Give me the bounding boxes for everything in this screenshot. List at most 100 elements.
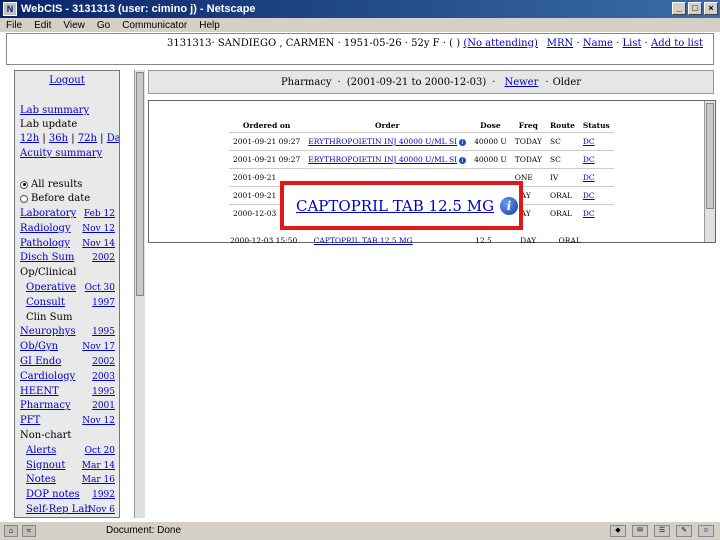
nav-item-label[interactable]: Alerts [26,445,56,456]
sort-newer-link[interactable]: Newer [504,77,538,88]
mail-icon[interactable]: ✉ [632,525,648,537]
nav-item-date[interactable]: Nov 12 [82,224,115,234]
callout-captopril-link[interactable]: CAPTOPRIL TAB 12.5 MG [296,197,494,215]
nav-item-label[interactable]: Operative [26,282,76,293]
nav-item-label[interactable]: Laboratory [20,208,76,219]
navigator-icon[interactable]: ◆ [610,525,626,537]
nav-item-date[interactable]: 2002 [92,357,115,367]
nav-item-label[interactable]: HEENT [20,386,59,397]
nav-item-date[interactable]: 2002 [92,253,115,263]
maximize-button[interactable]: □ [688,2,702,15]
nav-item[interactable]: Laboratory [20,208,76,219]
composer-icon[interactable]: ✎ [676,525,692,537]
security-lock-icon[interactable]: ⌂ [4,525,18,537]
nav-item-date[interactable]: Nov 6 [88,505,115,515]
radio-before-date[interactable]: Before date [20,193,90,204]
status-link[interactable]: DC [583,209,595,218]
nav-item[interactable]: GI Endo [20,356,61,367]
menu-go[interactable]: Go [97,20,110,31]
nav-item-date[interactable]: Nov 12 [82,416,115,426]
nav-item-date[interactable]: Mar 16 [82,475,115,485]
nav-item-date[interactable]: Feb 12 [84,209,115,219]
radio-before-date-dot[interactable] [20,194,28,203]
status-link[interactable]: DC [583,191,595,200]
nav-item[interactable]: Signout [26,460,65,471]
nav-item[interactable]: Consult [26,297,65,308]
nav-item[interactable]: Self-Rep Lab [26,504,91,515]
overflow-order-link[interactable]: CAPTOPRIL TAB 12.5 MG [314,236,413,245]
nav-item[interactable]: HEENT [20,386,59,397]
acuity-summary-link[interactable]: Acuity summary [20,148,102,159]
nav-item-label[interactable]: Self-Rep Lab [26,504,91,515]
nav-item-date[interactable]: 2001 [92,401,115,411]
nav-item-date[interactable]: 1997 [92,298,115,308]
nav-item-date[interactable]: Nov 14 [82,239,115,249]
status-link[interactable]: DC [583,137,595,146]
attending-link[interactable]: (No attending) [463,38,538,49]
nav-item[interactable]: DOP notes [26,489,80,500]
table-scrollbar[interactable] [704,101,715,242]
lab-summary-link[interactable]: Lab summary [20,105,89,116]
nav-item-date[interactable]: Oct 30 [85,283,115,293]
info-icon[interactable]: i [500,196,519,215]
nav-item-date[interactable]: 1992 [92,490,115,500]
nav-item-label[interactable]: Pharmacy [20,400,71,411]
nav-item[interactable]: Pathology [20,238,70,249]
nav-item-label[interactable]: Disch Sum [20,252,74,263]
nav-item-label[interactable]: DOP notes [26,489,80,500]
table-scrollbar-thumb[interactable] [706,103,714,209]
time-link-days[interactable]: Days [107,133,119,144]
nav-item-label[interactable]: Signout [26,460,65,471]
menu-help[interactable]: Help [199,20,220,31]
add-to-list-link[interactable]: Add to list [651,38,703,49]
radio-all-results[interactable]: All results [20,179,82,190]
nav-item-date[interactable]: 2003 [92,372,115,382]
nav-item-date[interactable]: Mar 14 [82,461,115,471]
name-link[interactable]: Name [583,38,613,49]
menu-edit[interactable]: Edit [34,20,51,31]
menu-view[interactable]: View [63,20,85,31]
nav-item-label[interactable]: Consult [26,297,65,308]
radio-all-results-dot[interactable] [20,180,28,189]
nav-item[interactable]: Alerts [26,445,56,456]
nav-item[interactable]: Cardiology [20,371,75,382]
nav-item[interactable]: Radiology [20,223,71,234]
nav-item-date[interactable]: 1995 [92,327,115,337]
nav-item[interactable]: Notes [26,474,56,485]
nav-item-date[interactable]: 1995 [92,387,115,397]
info-icon[interactable]: i [459,138,467,146]
menu-file[interactable]: File [6,20,22,31]
close-button[interactable]: × [704,2,718,15]
nav-item-label[interactable]: Ob/Gyn [20,341,58,352]
order-link[interactable]: ERYTHROPOIETIN INJ 40000 U/ML SI [308,137,457,146]
info-icon[interactable]: i [459,156,467,164]
nav-item-label[interactable]: Neurophys [20,326,76,337]
nav-item[interactable]: Disch Sum [20,252,74,263]
status-link[interactable]: DC [583,173,595,182]
nav-item-label[interactable]: Pathology [20,238,70,249]
menu-communicator[interactable]: Communicator [122,20,187,31]
list-link[interactable]: List [622,38,641,49]
nav-item[interactable]: Pharmacy [20,400,71,411]
logout-link[interactable]: Logout [15,75,119,86]
discussion-icon[interactable]: ☰ [654,525,670,537]
nav-item-label[interactable]: PFT [20,415,40,426]
time-link-36h[interactable]: 36h [49,133,68,144]
status-link[interactable]: DC [583,155,595,164]
mrn-link[interactable]: MRN [547,38,574,49]
address-book-icon[interactable]: ☺ [698,525,714,537]
time-link-72h[interactable]: 72h [78,133,97,144]
nav-scrollbar-thumb[interactable] [136,72,144,296]
nav-item[interactable]: Operative [26,282,76,293]
time-link-12h[interactable]: 12h [20,133,39,144]
nav-item-label[interactable]: Notes [26,474,56,485]
nav-item-label[interactable]: Cardiology [20,371,75,382]
nav-scrollbar[interactable] [134,70,145,518]
nav-item-date[interactable]: Nov 17 [82,342,115,352]
nav-item-label[interactable]: Radiology [20,223,71,234]
order-link[interactable]: ERYTHROPOIETIN INJ 40000 U/ML SI [308,155,457,164]
nav-item-date[interactable]: Oct 20 [85,446,115,456]
nav-item-label[interactable]: GI Endo [20,356,61,367]
nav-item[interactable]: Ob/Gyn [20,341,58,352]
nav-item[interactable]: PFT [20,415,40,426]
